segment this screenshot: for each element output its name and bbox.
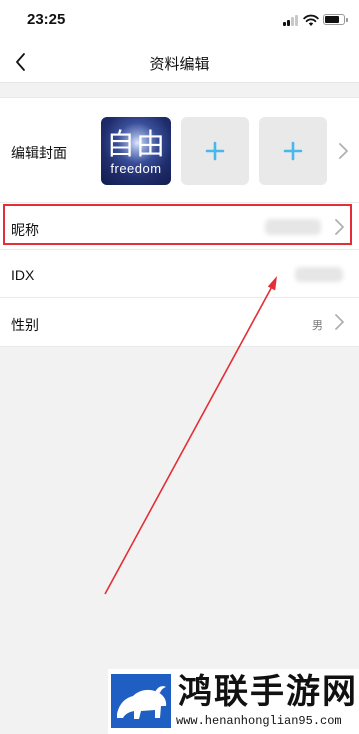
gender-value: 男 (312, 320, 323, 332)
watermark-title: 鸿联手游网 (178, 673, 358, 711)
cover-image-subtitle: freedom (110, 161, 162, 176)
signal-bar (287, 19, 290, 26)
status-bar: 23:25 (0, 0, 359, 42)
chevron-right-icon (335, 219, 344, 235)
page-title: 资料编辑 (149, 56, 210, 73)
signal-icon (283, 14, 299, 26)
signal-bar (295, 14, 298, 26)
cover-image-title: 自由 (105, 127, 166, 161)
add-cover-button[interactable] (181, 117, 249, 185)
cover-image[interactable]: 自由 freedom (101, 117, 171, 185)
battery-icon (323, 14, 348, 25)
watermark-url: www.henanhonglian95.com (176, 714, 342, 728)
plus-icon (283, 141, 303, 161)
nickname-value-blurred (265, 219, 321, 235)
add-cover-button[interactable] (259, 117, 327, 185)
idx-label: IDX (11, 267, 35, 283)
bison-logo-icon (111, 674, 171, 728)
signal-bar (291, 17, 294, 26)
nickname-label: 昵称 (11, 222, 39, 238)
signal-bar (283, 22, 286, 26)
nav-bar: 资料编辑 (0, 42, 359, 83)
gender-label: 性别 (11, 317, 39, 333)
idx-value-blurred (295, 267, 343, 282)
idx-row: IDX (0, 250, 359, 298)
battery-level (325, 16, 340, 23)
watermark: 鸿联手游网 www.henanhonglian95.com (108, 669, 359, 734)
cover-label: 编辑封面 (11, 145, 67, 161)
profile-form: 编辑封面 自由 freedom 昵称 IDX 性别 男 (0, 97, 359, 347)
status-time: 23:25 (27, 11, 66, 28)
chevron-right-icon (335, 314, 344, 330)
gender-row[interactable]: 性别 男 (0, 298, 359, 345)
chevron-right-icon (339, 143, 348, 159)
cover-row[interactable]: 编辑封面 自由 freedom (0, 98, 359, 203)
wifi-icon (303, 14, 319, 26)
nickname-row[interactable]: 昵称 (0, 203, 359, 250)
plus-icon (205, 141, 225, 161)
